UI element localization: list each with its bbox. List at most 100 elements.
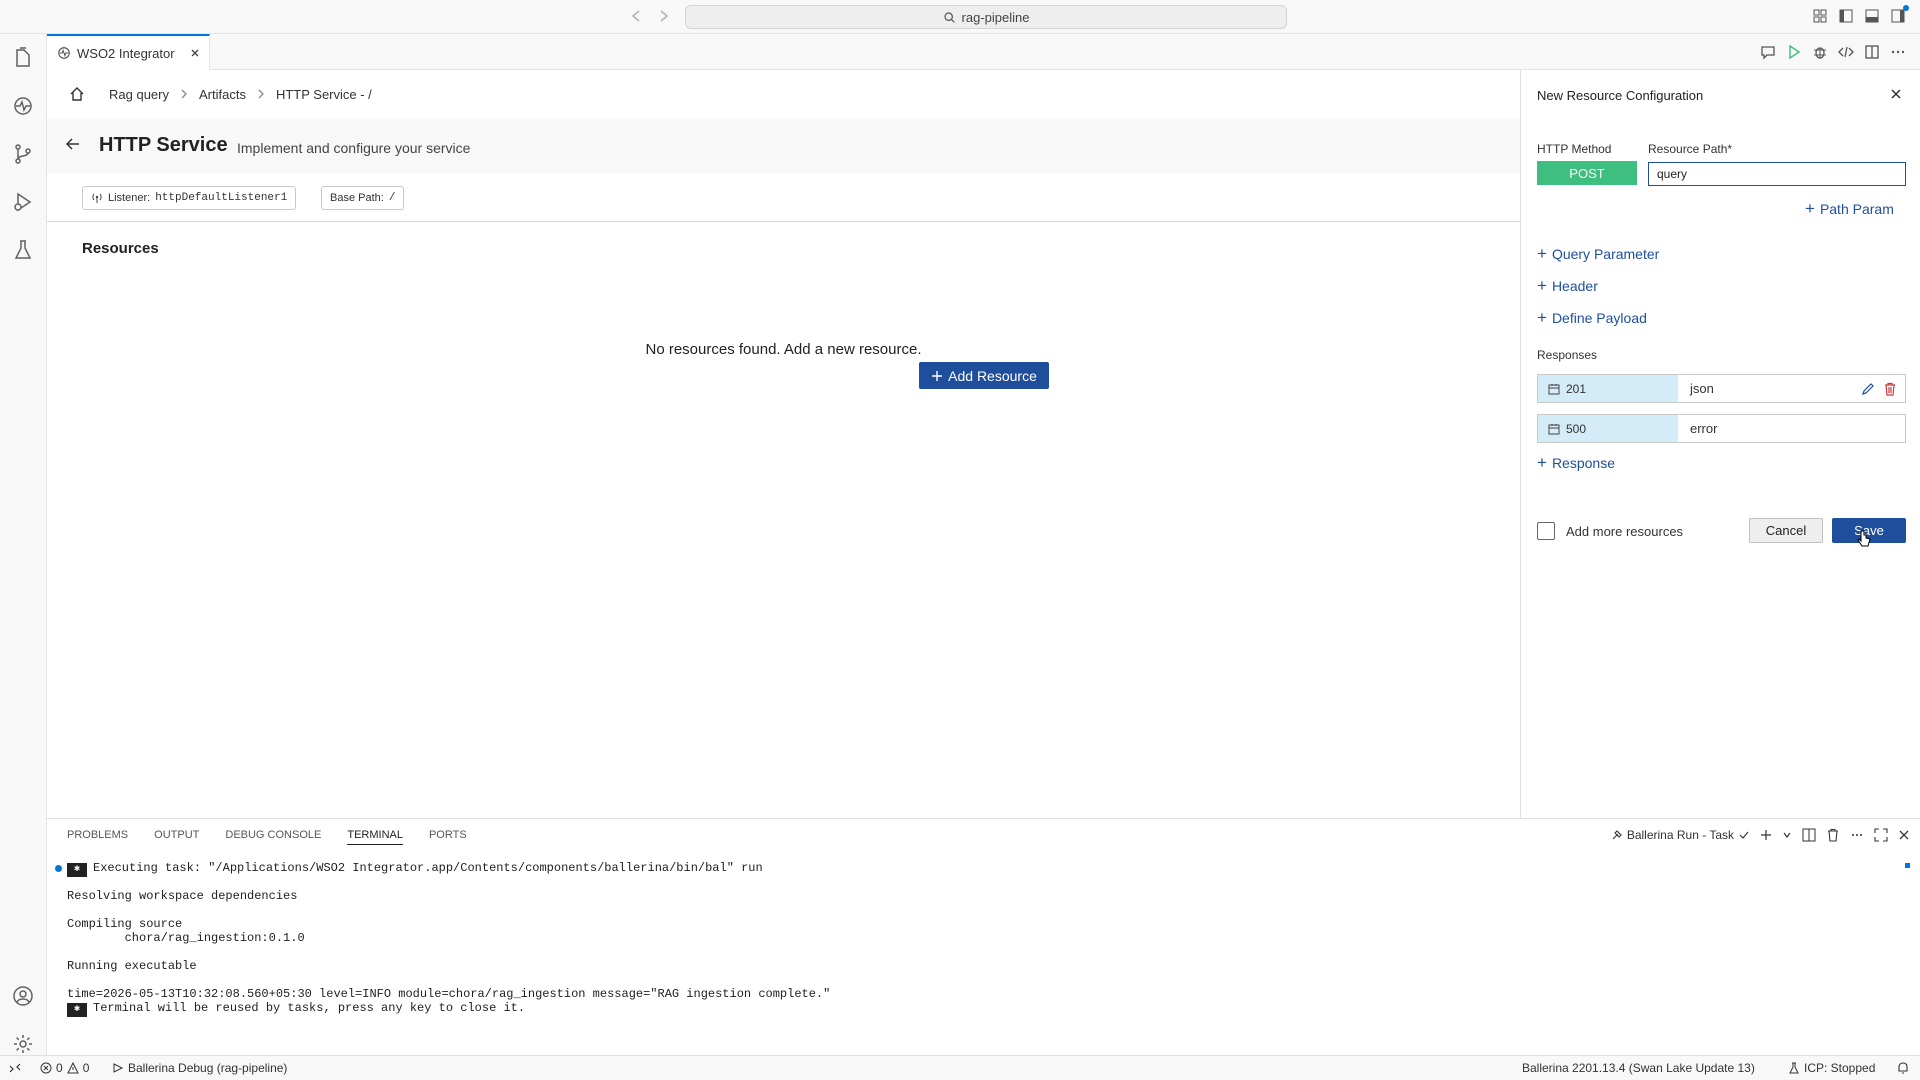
accounts-icon[interactable] — [11, 984, 35, 1008]
plus-icon: + — [1537, 453, 1547, 472]
scroll-marker — [1905, 863, 1910, 868]
plus-icon: + — [1537, 308, 1547, 327]
toggle-primary-sidebar-icon[interactable] — [1838, 8, 1854, 24]
terminal-line: ✱ Executing task: "/Applications/WSO2 Int… — [55, 861, 763, 877]
maximize-panel-icon[interactable] — [1874, 828, 1888, 842]
chevron-right-icon — [179, 89, 189, 99]
back-arrow-icon[interactable] — [65, 136, 81, 152]
debug-status[interactable]: Ballerina Debug (rag-pipeline) — [112, 1061, 287, 1075]
response-row[interactable]: 500 error — [1537, 414, 1906, 443]
add-resource-button[interactable]: Add Resource — [919, 362, 1049, 389]
http-method-select[interactable]: POST — [1537, 161, 1637, 185]
ballerina-version[interactable]: Ballerina 2201.13.4 (Swan Lake Update 13… — [1522, 1061, 1755, 1075]
edit-pencil-icon[interactable] — [1861, 382, 1875, 396]
empty-state-message: No resources found. Add a new resource. — [645, 341, 922, 358]
plus-icon: + — [1537, 276, 1547, 295]
cancel-button[interactable]: Cancel — [1749, 518, 1823, 543]
base-path-value: / — [388, 192, 396, 204]
customize-layout-icon[interactable] — [1812, 8, 1828, 24]
add-query-parameter-button[interactable]: + Query Parameter — [1537, 245, 1659, 262]
add-header-button[interactable]: + Header — [1537, 276, 1598, 295]
split-terminal-icon[interactable] — [1802, 828, 1816, 842]
integrator-activity-icon[interactable] — [11, 94, 35, 118]
show-source-code-icon[interactable] — [1838, 44, 1854, 60]
tab-ports[interactable]: PORTS — [429, 829, 467, 845]
testing-flask-icon[interactable] — [11, 238, 35, 262]
source-control-icon[interactable] — [11, 142, 35, 166]
terminal-line: time=2026-05-13T10:32:08.560+05:30 level… — [67, 987, 831, 1001]
terminal-line: ✱ Terminal will be reused by tasks, press… — [67, 1001, 525, 1017]
listener-chip[interactable]: Listener: httpDefaultListener1 — [82, 186, 297, 210]
toggle-panel-icon[interactable] — [1864, 8, 1880, 24]
tab-wso2-integrator[interactable]: WSO2 Integrator — [47, 34, 210, 70]
more-actions-icon[interactable] — [1850, 828, 1864, 842]
tab-debug-console[interactable]: DEBUG CONSOLE — [225, 829, 321, 845]
resource-path-label: Resource Path* — [1648, 142, 1733, 156]
more-actions-icon[interactable] — [1890, 44, 1906, 60]
bottom-panel: PROBLEMS OUTPUT DEBUG CONSOLE TERMINAL P… — [47, 818, 1920, 1055]
resource-path-input[interactable] — [1648, 162, 1906, 186]
icp-label: ICP: Stopped — [1804, 1061, 1876, 1075]
forward-nav-icon[interactable] — [656, 8, 672, 24]
split-editor-icon[interactable] — [1864, 44, 1880, 60]
command-center-search[interactable]: rag-pipeline — [685, 5, 1287, 29]
explorer-icon[interactable] — [11, 46, 35, 70]
debug-icon[interactable] — [1812, 44, 1828, 60]
tab-label: WSO2 Integrator — [77, 45, 175, 61]
icp-status[interactable]: ICP: Stopped — [1788, 1061, 1875, 1075]
calendar-icon — [1548, 423, 1560, 435]
terminal-task-selector[interactable]: Ballerina Run - Task — [1611, 828, 1750, 842]
add-response-button[interactable]: + Response — [1537, 453, 1615, 472]
title-bar: rag-pipeline — [0, 0, 1920, 34]
base-path-label: Base Path: — [330, 192, 384, 204]
delete-trash-icon[interactable] — [1883, 382, 1897, 396]
activity-bar — [0, 34, 47, 1055]
breadcrumb-item-rag-query[interactable]: Rag query — [109, 87, 169, 102]
chevron-down-icon[interactable] — [1782, 830, 1792, 840]
back-nav-icon[interactable] — [628, 8, 644, 24]
base-path-chip[interactable]: Base Path: / — [321, 186, 405, 210]
chat-icon[interactable] — [1760, 44, 1776, 60]
add-more-resources-label: Add more resources — [1566, 524, 1684, 539]
define-payload-button[interactable]: + Define Payload — [1537, 308, 1647, 327]
run-icon[interactable] — [1786, 44, 1802, 60]
settings-gear-icon[interactable] — [11, 1032, 35, 1056]
antenna-icon — [91, 192, 103, 204]
new-terminal-plus-icon[interactable] — [1760, 829, 1772, 841]
integrator-tab-icon — [57, 46, 71, 60]
home-icon[interactable] — [69, 86, 85, 102]
breadcrumb-item-http-service: HTTP Service - / — [275, 86, 372, 102]
chevron-right-icon — [256, 89, 266, 99]
toggle-secondary-sidebar-icon[interactable] — [1890, 5, 1909, 24]
breadcrumb-item-artifacts[interactable]: Artifacts — [199, 87, 246, 102]
service-designer: Rag query Artifacts HTTP Service - / HTT… — [47, 70, 1520, 818]
add-response-label: Response — [1551, 455, 1615, 471]
problems-status[interactable]: 0 0 — [40, 1061, 89, 1075]
plus-icon — [931, 370, 943, 382]
tab-terminal[interactable]: TERMINAL — [347, 829, 403, 845]
response-row[interactable]: 201 json — [1537, 374, 1906, 403]
pointer-cursor-icon — [1857, 530, 1871, 548]
path-param-label: Path Param — [1819, 201, 1894, 217]
search-icon — [943, 11, 956, 24]
tab-close-icon[interactable] — [189, 47, 201, 59]
add-path-param-button[interactable]: + Path Param — [1805, 200, 1894, 217]
terminal-line: Resolving workspace dependencies — [67, 889, 298, 903]
http-method-label: HTTP Method — [1537, 142, 1612, 156]
listener-value: httpDefaultListener1 — [155, 192, 288, 204]
tab-problems[interactable]: PROBLEMS — [67, 829, 128, 845]
run-debug-icon[interactable] — [11, 190, 35, 214]
responses-label: Responses — [1537, 348, 1598, 362]
remote-icon[interactable] — [8, 1061, 22, 1075]
tab-output[interactable]: OUTPUT — [154, 829, 199, 845]
kill-terminal-trash-icon[interactable] — [1826, 828, 1840, 842]
add-more-resources-checkbox[interactable] — [1537, 522, 1555, 540]
notifications-bell-icon[interactable] — [1896, 1061, 1910, 1075]
command-center-label: rag-pipeline — [961, 9, 1030, 25]
service-header: HTTP Service Implement and configure you… — [47, 118, 1520, 174]
close-panel-icon[interactable] — [1898, 829, 1910, 841]
response-code: 500 — [1566, 421, 1587, 436]
status-bar: 0 0 Ballerina Debug (rag-pipeline) Balle… — [0, 1055, 1920, 1080]
close-icon[interactable] — [1890, 88, 1902, 100]
debug-label: Ballerina Debug (rag-pipeline) — [128, 1061, 288, 1075]
